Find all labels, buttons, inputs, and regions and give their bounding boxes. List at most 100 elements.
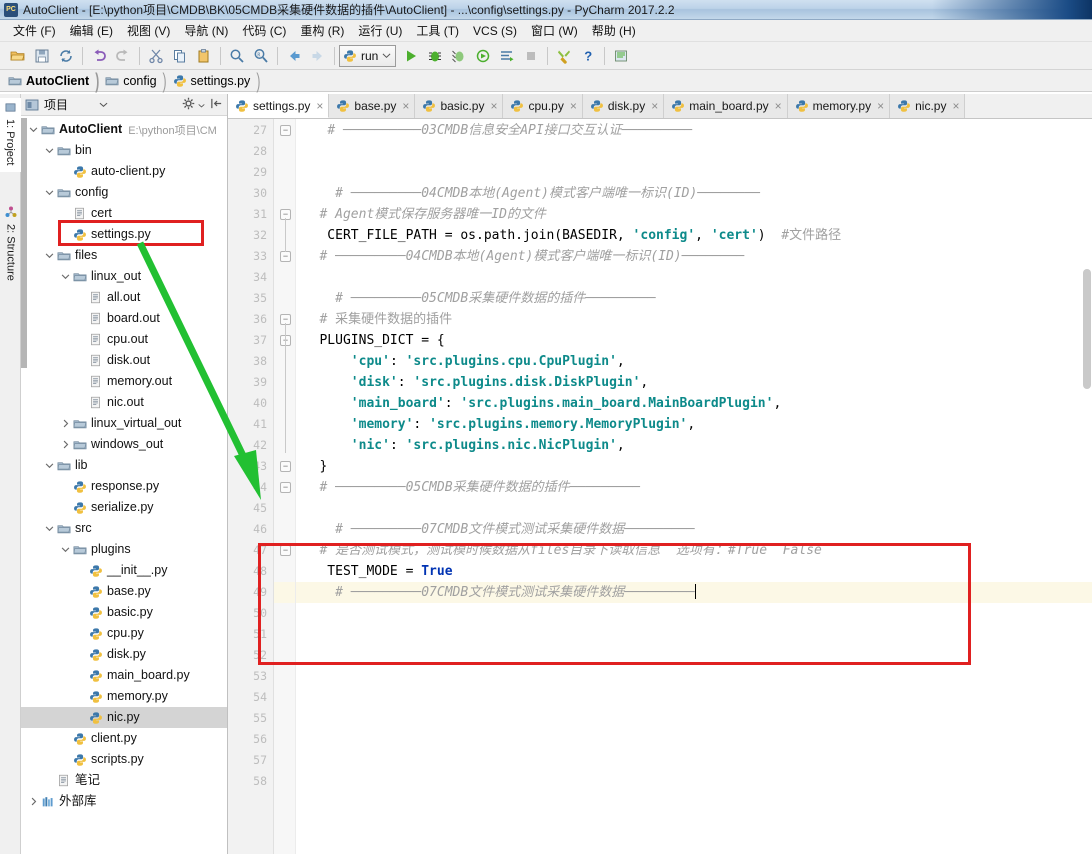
menu-item-0[interactable]: 文件 (F) (6, 20, 63, 41)
find-icon[interactable] (225, 45, 249, 67)
tree-item-linux_out[interactable]: linux_out (21, 266, 227, 287)
menu-item-3[interactable]: 导航 (N) (177, 20, 235, 41)
close-icon[interactable]: × (490, 99, 497, 113)
tree-item-cert[interactable]: cert (21, 203, 227, 224)
chevron-down-icon[interactable] (198, 98, 205, 112)
tree-item-disk-py[interactable]: disk.py (21, 644, 227, 665)
tree-item-all-out[interactable]: all.out (21, 287, 227, 308)
help-icon[interactable]: ? (576, 45, 600, 67)
sidebar-item-project[interactable]: 1: Project (0, 98, 21, 172)
close-icon[interactable]: × (402, 99, 409, 113)
code-fold-toggle[interactable]: − (280, 125, 291, 136)
cut-icon[interactable] (144, 45, 168, 67)
chevron-down-icon[interactable] (99, 98, 108, 112)
chevron-right-icon[interactable] (27, 795, 40, 808)
code-text-area[interactable]: # ──────────03CMDB信息安全API接口交互认证─────────… (296, 119, 1092, 854)
tree-item-main_board-py[interactable]: main_board.py (21, 665, 227, 686)
project-file-tree[interactable]: AutoClient E:\python项目\CM bin auto-client.p… (21, 116, 227, 854)
menu-item-8[interactable]: VCS (S) (466, 22, 524, 40)
collapse-icon[interactable] (210, 97, 223, 113)
editor-tab-cpu-py[interactable]: cpu.py × (503, 94, 583, 118)
chevron-down-icon[interactable] (43, 144, 56, 157)
menu-item-4[interactable]: 代码 (C) (235, 20, 293, 41)
code-fold-toggle[interactable]: − (280, 482, 291, 493)
run-configuration-selector[interactable]: run (339, 44, 397, 67)
code-folding-column[interactable]: −−−−−−−− (274, 119, 296, 854)
chevron-down-icon[interactable] (43, 249, 56, 262)
sync-icon[interactable] (54, 45, 78, 67)
tree-item-nic-py[interactable]: nic.py (21, 707, 227, 728)
tree-item-__init__-py[interactable]: __init__.py (21, 560, 227, 581)
code-fold-toggle[interactable]: − (280, 461, 291, 472)
tree-item-files[interactable]: files (21, 245, 227, 266)
back-icon[interactable] (282, 45, 306, 67)
chevron-right-icon[interactable] (59, 417, 72, 430)
chevron-down-icon[interactable] (59, 543, 72, 556)
tree-item-外部库[interactable]: 外部库 (21, 791, 227, 812)
chevron-down-icon[interactable] (27, 123, 40, 136)
tree-item-base-py[interactable]: base.py (21, 581, 227, 602)
tree-item-plugins[interactable]: plugins (21, 539, 227, 560)
coverage-icon[interactable] (447, 45, 471, 67)
code-fold-toggle[interactable]: − (280, 251, 291, 262)
tree-item-src[interactable]: src (21, 518, 227, 539)
menu-item-10[interactable]: 帮助 (H) (585, 20, 643, 41)
tree-item-linux_virtual_out[interactable]: linux_virtual_out (21, 413, 227, 434)
chevron-right-icon[interactable] (59, 438, 72, 451)
tree-item-serialize-py[interactable]: serialize.py (21, 497, 227, 518)
tree-item-nic-out[interactable]: nic.out (21, 392, 227, 413)
tree-item-scripts-py[interactable]: scripts.py (21, 749, 227, 770)
tree-item-disk-out[interactable]: disk.out (21, 350, 227, 371)
editor-tab-basic-py[interactable]: basic.py × (415, 94, 504, 118)
paste-icon[interactable] (192, 45, 216, 67)
plugin-icon[interactable] (609, 45, 633, 67)
tree-item-autoclient[interactable]: AutoClient E:\python项目\CM (21, 119, 227, 140)
breadcrumb-item-1[interactable]: config) (103, 68, 170, 93)
tree-item-memory-out[interactable]: memory.out (21, 371, 227, 392)
sidebar-item-structure[interactable]: 2: Structure (0, 202, 21, 298)
editor-tab-memory-py[interactable]: memory.py × (787, 94, 891, 118)
editor-tab-nic-py[interactable]: nic.py × (890, 94, 966, 118)
tree-item-client-py[interactable]: client.py (21, 728, 227, 749)
editor-tab-base-py[interactable]: base.py × (329, 94, 416, 118)
chevron-down-icon[interactable] (43, 459, 56, 472)
tree-item-auto-client-py[interactable]: auto-client.py (21, 161, 227, 182)
editor-vertical-scrollbar[interactable] (1082, 119, 1092, 854)
tree-item-config[interactable]: config (21, 182, 227, 203)
menu-item-6[interactable]: 运行 (U) (351, 20, 409, 41)
close-icon[interactable]: × (570, 99, 577, 113)
find-replace-icon[interactable]: R (249, 45, 273, 67)
tree-item-board-out[interactable]: board.out (21, 308, 227, 329)
menu-item-7[interactable]: 工具 (T) (409, 20, 466, 41)
menu-item-5[interactable]: 重构 (R) (293, 20, 351, 41)
editor-tab-settings-py[interactable]: settings.py × (228, 94, 330, 118)
project-panel-scrollbar[interactable] (21, 118, 27, 368)
chevron-down-icon[interactable] (43, 522, 56, 535)
run-icon[interactable] (399, 45, 423, 67)
redo-icon[interactable] (111, 45, 135, 67)
editor-tab-main_board-py[interactable]: main_board.py × (664, 94, 788, 118)
chevron-down-icon[interactable] (43, 186, 56, 199)
debug-icon[interactable] (423, 45, 447, 67)
close-icon[interactable]: × (651, 99, 658, 113)
breadcrumb-item-0[interactable]: AutoClient) (6, 68, 103, 93)
gear-icon[interactable] (182, 97, 195, 113)
chevron-down-icon[interactable] (59, 270, 72, 283)
open-folder-icon[interactable] (6, 45, 30, 67)
tree-item-windows_out[interactable]: windows_out (21, 434, 227, 455)
tree-item-lib[interactable]: lib (21, 455, 227, 476)
profile-icon[interactable] (471, 45, 495, 67)
tree-item-笔记[interactable]: 笔记 (21, 770, 227, 791)
copy-icon[interactable] (168, 45, 192, 67)
save-all-icon[interactable] (30, 45, 54, 67)
tree-item-response-py[interactable]: response.py (21, 476, 227, 497)
menu-item-2[interactable]: 视图 (V) (120, 20, 177, 41)
tree-item-settings-py[interactable]: settings.py (21, 224, 227, 245)
tree-item-cpu-py[interactable]: cpu.py (21, 623, 227, 644)
forward-icon[interactable] (306, 45, 330, 67)
tree-item-basic-py[interactable]: basic.py (21, 602, 227, 623)
menu-item-1[interactable]: 编辑 (E) (63, 20, 120, 41)
run-with-console-icon[interactable] (495, 45, 519, 67)
close-icon[interactable]: × (952, 99, 959, 113)
editor-tab-disk-py[interactable]: disk.py × (582, 94, 665, 118)
